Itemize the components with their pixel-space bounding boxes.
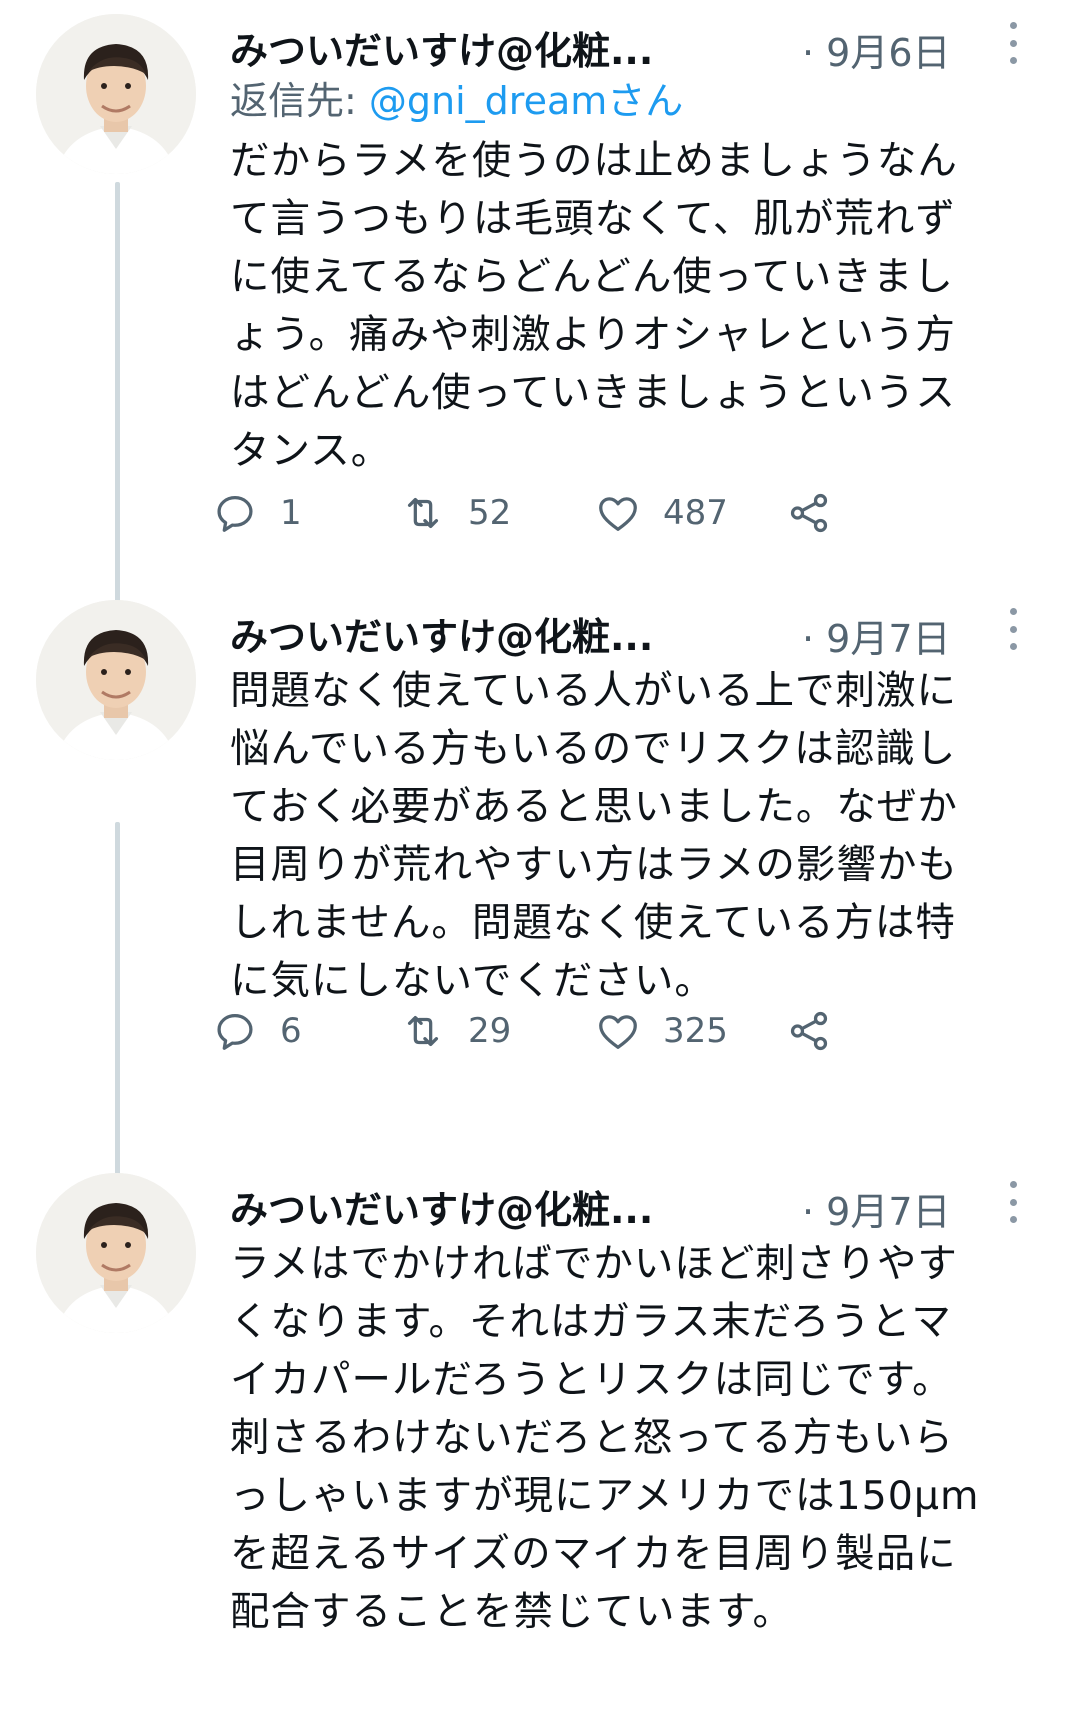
like-button[interactable]: 487 xyxy=(595,483,728,543)
author-name[interactable]: みついだいすけ@化粧... xyxy=(230,1179,653,1234)
tweet-date[interactable]: · 9月7日 xyxy=(802,608,951,663)
share-icon xyxy=(790,1011,828,1051)
retweet-button[interactable]: 52 xyxy=(400,483,511,543)
reply-icon xyxy=(217,1014,253,1050)
reply-button[interactable]: 6 xyxy=(212,1001,302,1061)
like-count: 325 xyxy=(663,1011,728,1051)
avatar[interactable] xyxy=(36,14,196,174)
retweet-icon xyxy=(407,497,439,529)
avatar-image xyxy=(36,600,196,760)
retweet-count: 29 xyxy=(468,1011,512,1051)
more-icon[interactable] xyxy=(1003,1181,1023,1223)
more-icon[interactable] xyxy=(1003,22,1023,64)
tweet-text: 問題なく使えている人がいる上で刺激に 悩んでいる方もいるのでリスクは認識し てお… xyxy=(230,668,958,1004)
share-button[interactable] xyxy=(786,1001,832,1061)
share-button[interactable] xyxy=(786,483,832,543)
reply-to: 返信先: @gni_dreamさん xyxy=(230,72,1045,130)
retweet-button[interactable]: 29 xyxy=(400,1001,511,1061)
like-icon xyxy=(599,497,637,531)
like-count: 487 xyxy=(663,493,728,533)
reply-icon xyxy=(217,496,253,532)
like-button[interactable]: 325 xyxy=(595,1001,728,1061)
tweet-text: だからラメを使うのは止めましょうなん て言うつもりは毛頭なくて、肌が荒れず に使… xyxy=(230,138,958,474)
more-icon[interactable] xyxy=(1003,608,1023,650)
reply-handle-link[interactable]: @gni_dreamさん xyxy=(369,79,683,123)
like-icon xyxy=(599,1015,637,1049)
retweet-count: 52 xyxy=(468,493,512,533)
tweet-text: ラメはでかければでかいほど刺さりやす くなります。それはガラス末だろうとマ イカ… xyxy=(230,1241,980,1635)
tweet-date[interactable]: · 9月7日 xyxy=(802,1181,951,1236)
avatar[interactable] xyxy=(36,1173,196,1333)
retweet-icon xyxy=(407,1015,439,1047)
reply-to-label: 返信先: xyxy=(230,79,369,123)
reply-count: 1 xyxy=(280,493,302,533)
thread-line xyxy=(115,182,120,652)
avatar-image xyxy=(36,14,196,174)
author-name[interactable]: みついだいすけ@化粧... xyxy=(230,20,653,75)
reply-count: 6 xyxy=(280,1011,302,1051)
tweet-date[interactable]: · 9月6日 xyxy=(802,22,951,77)
reply-button[interactable]: 1 xyxy=(212,483,302,543)
avatar-image xyxy=(36,1173,196,1333)
author-name[interactable]: みついだいすけ@化粧... xyxy=(230,606,653,661)
share-icon xyxy=(790,493,828,533)
avatar[interactable] xyxy=(36,600,196,760)
